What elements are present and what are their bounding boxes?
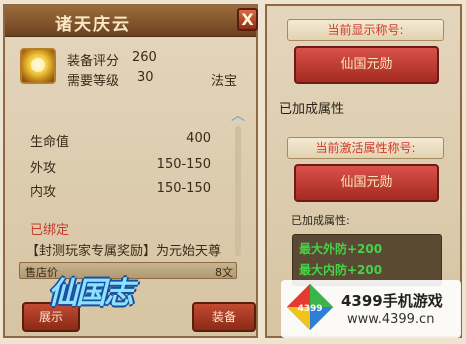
close-button[interactable]: X: [237, 8, 258, 31]
item-title-bar: 诸天庆云 X: [5, 6, 258, 37]
level-label: 需要等级: [67, 74, 120, 89]
score-label: 装备评分: [67, 54, 120, 69]
game-screen: 诸天庆云 X 装备评分 260 需要等级 30 法宝 ︿ 生命值 400 外攻 …: [0, 0, 466, 344]
treasure-item-icon: [20, 48, 56, 84]
attr-hp-label: 生命值: [30, 135, 70, 150]
active-title-header: 当前激活属性称号:: [287, 137, 444, 159]
attr-inner-attack-label: 内攻: [30, 185, 57, 200]
site-logo-watermark: 4399 4399手机游戏 www.4399.cn: [281, 280, 461, 338]
site-logo-badge-icon: 4399: [287, 284, 333, 330]
current-display-title[interactable]: 仙国元勋: [294, 46, 439, 84]
item-description: 【封测玩家专属奖励】为元始天尊: [26, 244, 222, 259]
bonus-outer-defense: 最大外防+200: [299, 242, 383, 256]
game-logo-watermark: 仙国志: [40, 268, 145, 316]
current-display-header: 当前显示称号:: [287, 19, 444, 41]
attr-inner-attack-value: 150-150: [156, 181, 211, 196]
attr-hp-value: 400: [186, 131, 211, 146]
attr-outer-attack-label: 外攻: [30, 161, 57, 176]
score-value: 260: [132, 50, 157, 65]
attr-outer-attack-value: 150-150: [156, 157, 211, 172]
site-logo-url: www.4399.cn: [347, 312, 435, 327]
active-attributes-label: 已加成属性:: [291, 214, 350, 227]
bonus-inner-defense: 最大内防+200: [299, 263, 383, 277]
item-name: 诸天庆云: [55, 15, 131, 35]
level-value: 30: [137, 70, 154, 85]
active-title[interactable]: 仙国元勋: [294, 164, 439, 202]
bound-status: 已绑定: [30, 223, 70, 238]
game-logo-text: 仙国志: [48, 276, 134, 311]
site-logo-number: 4399: [297, 304, 322, 314]
bonus-attributes-box: 最大外防+200 最大内防+200: [292, 234, 442, 286]
sell-price-value: 8文: [215, 266, 233, 279]
added-attributes-label: 已加成属性: [279, 102, 345, 117]
scrollbar[interactable]: [235, 126, 241, 256]
scroll-up-icon[interactable]: ︿: [229, 109, 247, 123]
item-type: 法宝: [211, 74, 238, 89]
site-logo-title: 4399手机游戏: [341, 292, 443, 310]
equip-button[interactable]: 装备: [192, 302, 256, 332]
